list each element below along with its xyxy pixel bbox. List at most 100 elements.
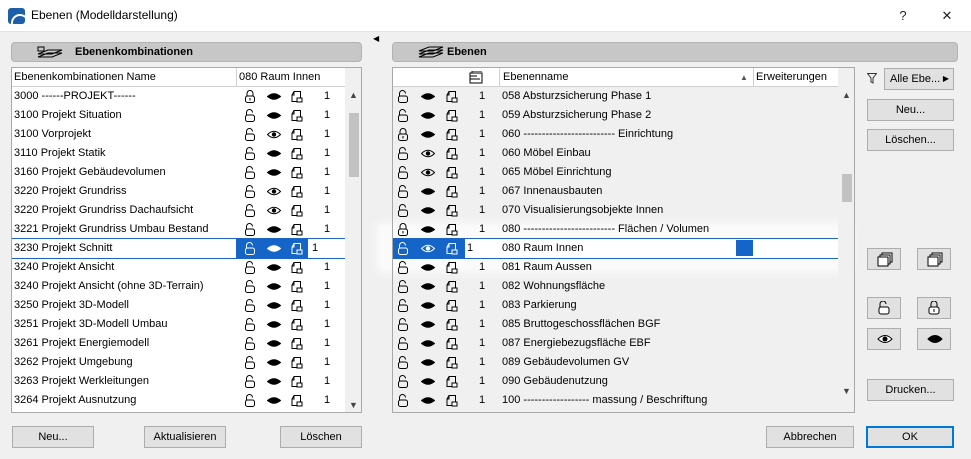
layer-document-icon[interactable]: [290, 109, 304, 122]
unlock-icon[interactable]: [396, 261, 410, 274]
layer-row[interactable]: 1 083 Parkierung: [393, 296, 838, 315]
layer-document-icon[interactable]: [445, 337, 459, 350]
paste-layer-settings-button[interactable]: [917, 248, 951, 270]
combination-row[interactable]: 3220 Projekt Grundriss Dachaufsicht 1: [12, 201, 345, 220]
unlock-icon[interactable]: [243, 394, 257, 407]
combination-row[interactable]: 3160 Projekt Gebäudevolumen 1: [12, 163, 345, 182]
eye-filled-icon[interactable]: [421, 356, 435, 369]
combination-row[interactable]: 3262 Projekt Umgebung 1: [12, 353, 345, 372]
eye-open-icon[interactable]: [267, 185, 281, 198]
combination-row-selected[interactable]: 3230 Projekt Schnitt 1: [12, 238, 346, 259]
layer-document-icon[interactable]: [290, 166, 304, 179]
layer-document-icon[interactable]: [445, 223, 459, 236]
layer-row[interactable]: 1 085 Bruttogeschossflächen BGF: [393, 315, 838, 334]
unlock-icon[interactable]: [243, 261, 257, 274]
combination-row[interactable]: 3100 Projekt Situation 1: [12, 106, 345, 125]
layer-row[interactable]: 1 087 Energiebezugsfläche EBF: [393, 334, 838, 353]
combination-row[interactable]: 3220 Projekt Grundriss 1: [12, 182, 345, 201]
combination-row[interactable]: 3264 Projekt Ausnutzung 1: [12, 391, 345, 410]
eye-open-icon[interactable]: [421, 166, 435, 179]
right-scrollbar[interactable]: ▲ ▼: [838, 68, 854, 412]
unlock-icon[interactable]: [396, 356, 410, 369]
eye-filled-icon[interactable]: [421, 394, 435, 407]
layer-document-icon[interactable]: [445, 128, 459, 141]
eye-filled-icon[interactable]: [267, 375, 281, 388]
layer-document-icon[interactable]: [290, 147, 304, 160]
layer-row[interactable]: 1 082 Wohnungsfläche: [393, 277, 838, 296]
unlock-icon[interactable]: [396, 147, 410, 160]
combination-row[interactable]: 3250 Projekt 3D-Modell 1: [12, 296, 345, 315]
layer-document-icon[interactable]: [290, 185, 304, 198]
unlock-icon[interactable]: [243, 356, 257, 369]
layer-document-icon[interactable]: [290, 318, 304, 331]
eye-filled-icon[interactable]: [421, 223, 435, 236]
eye-filled-icon[interactable]: [421, 185, 435, 198]
layer-row[interactable]: 1 070 Visualisierungsobjekte Innen: [393, 201, 838, 220]
layer-row[interactable]: 1 067 Innenausbauten: [393, 182, 838, 201]
layer-row[interactable]: 1 060 ------------------------- Einrichtu…: [393, 125, 838, 144]
unlock-icon[interactable]: [396, 242, 410, 255]
layer-document-icon[interactable]: [290, 299, 304, 312]
layer-document-icon[interactable]: [445, 185, 459, 198]
combination-row[interactable]: 3110 Projekt Statik 1: [12, 144, 345, 163]
layer-document-icon[interactable]: [445, 242, 459, 255]
panel-collapse-arrow[interactable]: ◀: [373, 34, 379, 43]
unlock-icon[interactable]: [396, 280, 410, 293]
eye-filled-icon[interactable]: [267, 242, 281, 255]
layer-document-icon[interactable]: [445, 147, 459, 160]
lock-layers-button[interactable]: [917, 297, 951, 319]
layer-combinations-list[interactable]: Ebenenkombinationen Name 080 Raum Innen …: [11, 67, 362, 413]
show-layers-button[interactable]: [867, 328, 901, 350]
eye-filled-icon[interactable]: [421, 261, 435, 274]
layer-document-icon[interactable]: [290, 337, 304, 350]
eye-filled-icon[interactable]: [421, 109, 435, 122]
unlock-icon[interactable]: [243, 109, 257, 122]
layer-row[interactable]: 1 058 Absturzsicherung Phase 1: [393, 87, 838, 106]
unlock-icon[interactable]: [396, 204, 410, 217]
column-extensions-header[interactable]: Erweiterungen: [756, 71, 827, 83]
eye-filled-icon[interactable]: [421, 128, 435, 141]
layer-document-icon[interactable]: [445, 299, 459, 312]
eye-filled-icon[interactable]: [421, 280, 435, 293]
layer-document-icon[interactable]: [445, 166, 459, 179]
layer-row-selected[interactable]: 1 080 Raum Innen: [393, 238, 839, 259]
column-name-header[interactable]: Ebenenkombinationen Name: [14, 71, 156, 83]
combination-row[interactable]: 3261 Projekt Energiemodell 1: [12, 334, 345, 353]
unlock-icon[interactable]: [396, 109, 410, 122]
eye-filled-icon[interactable]: [267, 356, 281, 369]
layer-document-icon[interactable]: [445, 280, 459, 293]
column-combination-header[interactable]: 080 Raum Innen: [239, 71, 320, 83]
lock-icon[interactable]: [243, 90, 257, 103]
eye-filled-icon[interactable]: [267, 394, 281, 407]
scroll-up-arrow[interactable]: ▲: [839, 90, 854, 100]
eye-open-icon[interactable]: [421, 147, 435, 160]
copy-layer-settings-button[interactable]: [867, 248, 901, 270]
unlock-icon[interactable]: [396, 90, 410, 103]
cancel-button[interactable]: Abbrechen: [766, 426, 854, 448]
scroll-thumb[interactable]: [349, 113, 359, 177]
eye-filled-icon[interactable]: [421, 90, 435, 103]
combination-row[interactable]: 3240 Projekt Ansicht (ohne 3D-Terrain) 1: [12, 277, 345, 296]
layer-document-icon[interactable]: [445, 109, 459, 122]
new-combination-button[interactable]: Neu...: [12, 426, 94, 448]
combination-row[interactable]: 3100 Vorprojekt 1: [12, 125, 345, 144]
eye-filled-icon[interactable]: [421, 204, 435, 217]
layer-row[interactable]: 1 081 Raum Aussen: [393, 258, 838, 277]
eye-filled-icon[interactable]: [267, 337, 281, 350]
unlock-icon[interactable]: [243, 337, 257, 350]
layer-document-icon[interactable]: [290, 394, 304, 407]
eye-filled-icon[interactable]: [421, 337, 435, 350]
scroll-thumb[interactable]: [842, 174, 852, 202]
eye-filled-icon[interactable]: [267, 261, 281, 274]
layers-list[interactable]: Ebenenname ▲ Erweiterungen 1 058 Absturzs…: [392, 67, 855, 413]
print-layers-button[interactable]: Drucken...: [867, 379, 954, 401]
combination-row[interactable]: 3221 Projekt Grundriss Umbau Bestand 1: [12, 220, 345, 239]
layer-row[interactable]: 1 089 Gebäudevolumen GV: [393, 353, 838, 372]
layer-row[interactable]: 1 065 Möbel Einrichtung: [393, 163, 838, 182]
scroll-down-arrow[interactable]: ▼: [346, 400, 361, 410]
combination-row[interactable]: 3263 Projekt Werkleitungen 1: [12, 372, 345, 391]
unlock-icon[interactable]: [396, 375, 410, 388]
eye-filled-icon[interactable]: [267, 90, 281, 103]
eye-filled-icon[interactable]: [267, 166, 281, 179]
layer-document-icon[interactable]: [290, 128, 304, 141]
